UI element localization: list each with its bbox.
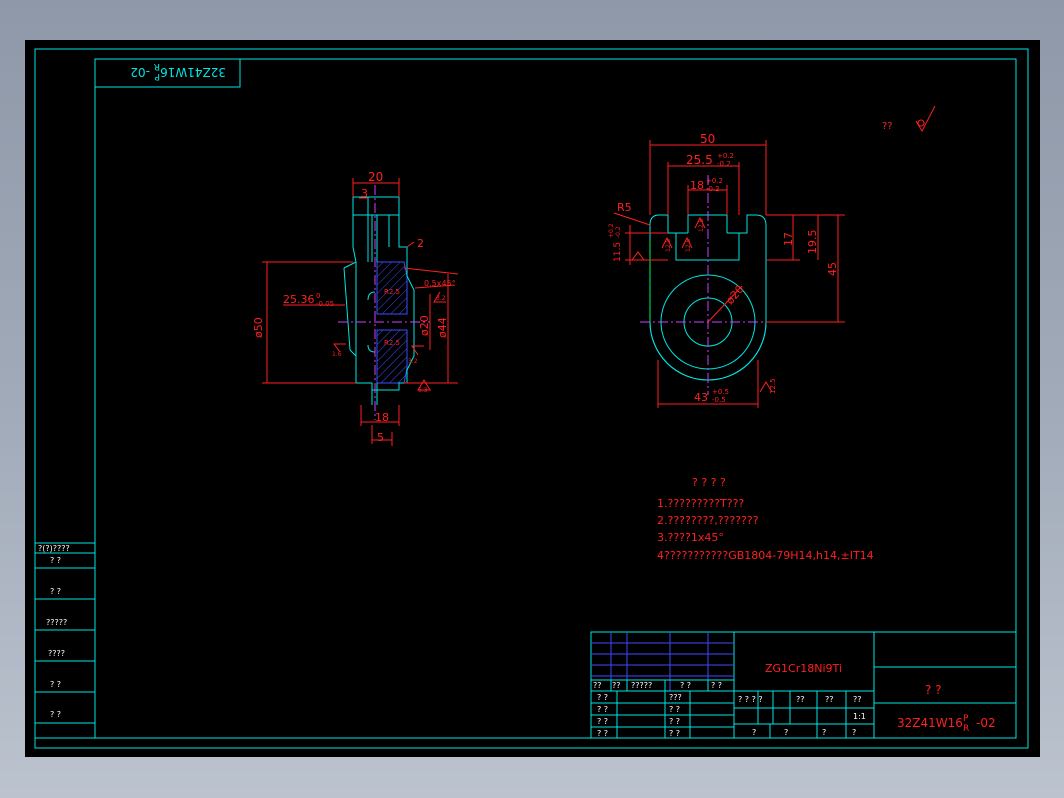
part-name: ? ? — [925, 683, 942, 697]
title-bottom-cell: ? — [852, 728, 856, 737]
top-tab-number: 32Z41W16 — [160, 65, 226, 79]
title-label-cell: ?? — [825, 695, 834, 704]
title-left-cell: ? ? — [597, 693, 608, 702]
dim-chamfer-note: 0.5x45° — [424, 279, 456, 288]
side-table-cell: ???? — [48, 649, 65, 658]
cad-viewer: 32Z41W16 P R -02 ?(?)???? ? ? ? ? ???? ? … — [0, 0, 1064, 798]
side-table-cell: ????? — [46, 618, 67, 627]
title-bottom-cell: ? — [784, 728, 788, 737]
title-left-cell: ? ? — [669, 705, 680, 714]
dim-diameter-outer: ø50 — [252, 317, 265, 338]
dim-bottom-tol-top: +0.5 — [712, 388, 729, 396]
dim-taper-tol-bottom: -0.05 — [316, 300, 334, 308]
roughness-value: 6.3 — [418, 387, 428, 394]
dim-taper: 25.36 — [283, 293, 315, 306]
title-left-cell: ? ? — [669, 729, 680, 738]
side-table-cell: ?(?)???? — [38, 544, 70, 553]
side-table-cell: ? ? — [50, 710, 61, 719]
notes-line: 2.????????,??????? — [657, 514, 759, 527]
drawing-number-suffix-tail: -02 — [976, 716, 996, 730]
dim-taper-tol-top: 0 — [316, 292, 320, 300]
dim-top-width: 20 — [368, 170, 383, 184]
roughness-value: 12.5 — [685, 238, 692, 252]
title-header-cell: ? ? — [711, 681, 722, 690]
title-header-cell: ? ? — [680, 681, 691, 690]
title-left-cell: ? ? — [597, 717, 608, 726]
dim-slot-inner-tol-top: +0.2 — [706, 177, 723, 185]
radius-bottom: R2.5 — [384, 339, 400, 347]
notes-line: 3.????1x45° — [657, 531, 724, 544]
title-left-cell: ??? — [669, 693, 682, 702]
roughness-note-text: ?? — [882, 121, 893, 132]
title-left-cell: ? ? — [597, 729, 608, 738]
dim-width-bottom: 18 — [375, 411, 389, 424]
notes-heading: ? ? ? ? — [692, 476, 726, 489]
dim-offset-tol-top: +0.2 — [608, 223, 615, 238]
title-left-cell: ? ? — [597, 705, 608, 714]
section-hatch-bottom — [376, 329, 408, 384]
roughness-value: 12.5 — [665, 238, 672, 252]
title-left-cell: ? ? — [669, 717, 680, 726]
dim-radius: R5 — [617, 201, 632, 214]
dim-bottom: 43 — [694, 391, 708, 404]
title-header-cell: ?? — [612, 681, 621, 690]
top-tab-suffix-tail: -02 — [130, 65, 150, 79]
dim-step: 3 — [361, 187, 368, 200]
side-table-cell: ? ? — [50, 556, 61, 565]
notes-line: 1.?????????T??? — [657, 497, 744, 510]
dim-height-45: 45 — [826, 262, 839, 276]
roughness-value: 12.5 — [769, 378, 777, 394]
drawing-number-suffix-bottom: R — [963, 724, 969, 734]
drawing-canvas[interactable]: 32Z41W16 P R -02 ?(?)???? ? ? ? ? ???? ? … — [0, 0, 1064, 798]
title-label-cell: ?? — [853, 695, 862, 704]
title-bottom-cell: ? — [752, 728, 756, 737]
dim-chamfer: 2 — [417, 237, 424, 250]
top-tab-suffix-bottom: R — [154, 61, 160, 71]
roughness-value: 3.2 — [436, 295, 446, 302]
dim-offset-tol-bottom: -0.2 — [615, 226, 622, 238]
dim-bottom-tol-bottom: -0.5 — [712, 396, 726, 404]
dim-slot-inner: 18 — [690, 179, 704, 192]
dim-width: 50 — [700, 132, 715, 146]
notes-line: 4???????????GB1804-79H14,h14,±IT14 — [657, 549, 874, 562]
roughness-value: 3.2 — [408, 358, 418, 365]
dim-slot-inner-tol-bottom: -0.2 — [706, 185, 720, 193]
roughness-value: 12.5 — [698, 218, 705, 232]
title-label-cell: ?? — [796, 695, 805, 704]
dim-height-17: 17 — [782, 232, 795, 246]
dim-offset: 5 — [377, 431, 384, 444]
title-label-cell: ? ? ? ? — [738, 695, 763, 704]
side-table-cell: ? ? — [50, 680, 61, 689]
dim-bore: ø20 — [418, 315, 431, 336]
title-scale: 1:1 — [853, 712, 866, 721]
roughness-value: 1.6 — [332, 351, 342, 358]
side-table-cell: ? ? — [50, 587, 61, 596]
dim-offset-front: 11.5 — [613, 242, 623, 262]
dim-slot: 25.5 — [686, 153, 713, 167]
title-header-cell: ?? — [593, 681, 602, 690]
dim-height-19: 19.5 — [806, 230, 819, 255]
top-tab-suffix-top: P — [154, 71, 160, 81]
drawing-number: 32Z41W16 — [897, 716, 963, 730]
material-label: ZG1Cr18Ni9Ti — [765, 662, 842, 675]
radius-top: R2.5 — [384, 288, 400, 296]
dim-slot-tol-top: +0.2 — [717, 152, 734, 160]
drawing-number-suffix-top: P — [963, 714, 969, 724]
dim-slot-tol-bottom: -0.2 — [717, 160, 731, 168]
title-bottom-cell: ? — [822, 728, 826, 737]
dim-boss: ø44 — [436, 317, 449, 338]
title-header-cell: ????? — [631, 681, 652, 690]
model-space — [25, 40, 1040, 757]
